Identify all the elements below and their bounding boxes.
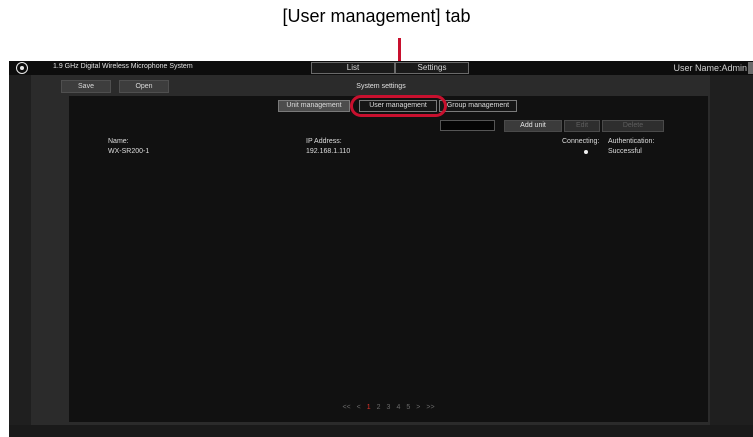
first-page-link[interactable]: << — [342, 404, 350, 411]
app-window: 1.9 GHz Digital Wireless Microphone Syst… — [9, 61, 753, 437]
column-header-authentication: Authentication: — [608, 138, 655, 145]
connected-dot-icon — [584, 150, 588, 154]
delete-button[interactable]: Delete — [602, 120, 664, 132]
next-page-link[interactable]: > — [416, 404, 420, 411]
ip-address-cell: 192.168.1.110 — [306, 148, 351, 155]
right-column — [710, 75, 753, 425]
callout-label: [User management] tab — [282, 6, 471, 26]
column-header-name: Name: — [108, 138, 129, 145]
disc-icon — [16, 62, 28, 74]
page-link-1[interactable]: 1 — [367, 404, 371, 411]
edit-button[interactable]: Edit — [564, 120, 600, 132]
pagination: << <1 2 3 4 5 > >> — [69, 404, 708, 411]
page-link-4[interactable]: 4 — [396, 404, 400, 411]
unit-name-cell[interactable]: WX-SR200-1 — [108, 148, 149, 155]
user-menu-handle[interactable] — [748, 62, 753, 74]
settings-panel: Unit management User management Group ma… — [69, 95, 708, 422]
left-column — [9, 75, 31, 425]
page-link-2[interactable]: 2 — [377, 404, 381, 411]
tab-list[interactable]: List — [311, 62, 395, 74]
highlight-ring — [350, 95, 447, 117]
status-bar — [9, 425, 753, 437]
tab-unit-management[interactable]: Unit management — [278, 100, 350, 112]
add-unit-button[interactable]: Add unit — [504, 120, 562, 132]
search-input[interactable] — [440, 120, 495, 131]
prev-page-link[interactable]: < — [357, 404, 361, 411]
page-link-5[interactable]: 5 — [406, 404, 410, 411]
title-bar: 1.9 GHz Digital Wireless Microphone Syst… — [9, 61, 753, 75]
authentication-cell: Successful — [608, 148, 642, 155]
column-header-connecting: Connecting: — [562, 138, 600, 145]
page-link-3[interactable]: 3 — [387, 404, 391, 411]
page-title: System settings — [356, 83, 406, 90]
tab-settings[interactable]: Settings — [395, 62, 469, 74]
tab-group-management[interactable]: Group management — [439, 100, 517, 112]
user-name: User Name:Admin — [673, 63, 747, 73]
last-page-link[interactable]: >> — [426, 404, 434, 411]
app-title: 1.9 GHz Digital Wireless Microphone Syst… — [53, 63, 193, 70]
column-header-ip: IP Address: — [306, 138, 342, 145]
